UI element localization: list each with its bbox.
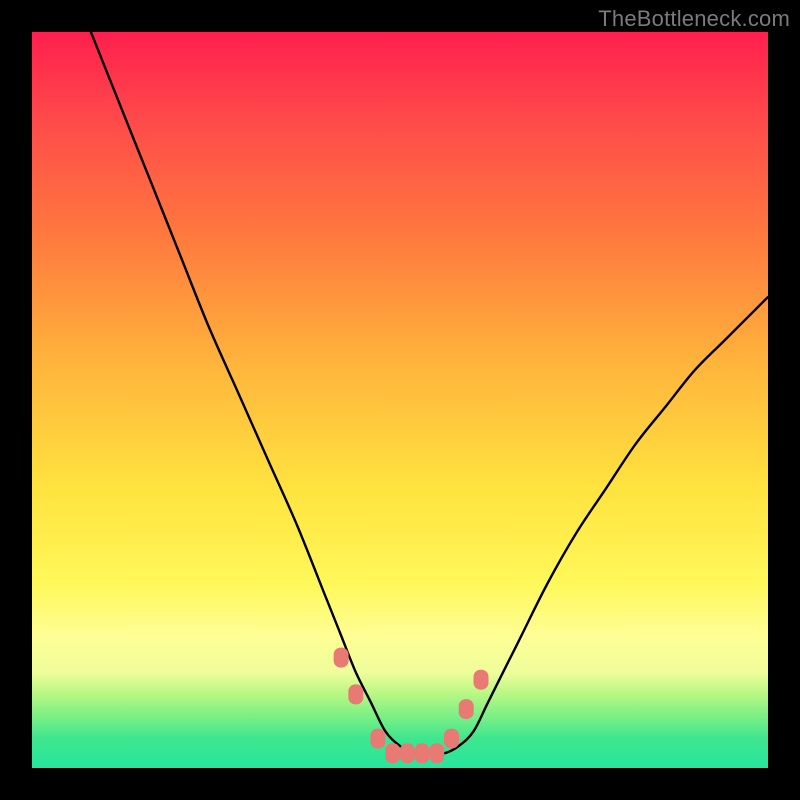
bottleneck-marker (415, 743, 430, 763)
bottleneck-marker (444, 729, 459, 749)
chart-frame: TheBottleneck.com (0, 0, 800, 800)
bottleneck-marker (348, 684, 363, 704)
bottleneck-marker (334, 648, 349, 668)
marker-group (334, 648, 489, 764)
watermark-text: TheBottleneck.com (598, 6, 790, 32)
bottleneck-marker (370, 729, 385, 749)
bottleneck-marker (385, 743, 400, 763)
chart-svg (32, 32, 768, 768)
bottleneck-marker (429, 743, 444, 763)
bottleneck-marker (400, 743, 415, 763)
curve-group (91, 32, 768, 754)
plot-area (32, 32, 768, 768)
bottleneck-curve-path (91, 32, 768, 754)
bottleneck-marker (474, 670, 489, 690)
bottleneck-marker (459, 699, 474, 719)
